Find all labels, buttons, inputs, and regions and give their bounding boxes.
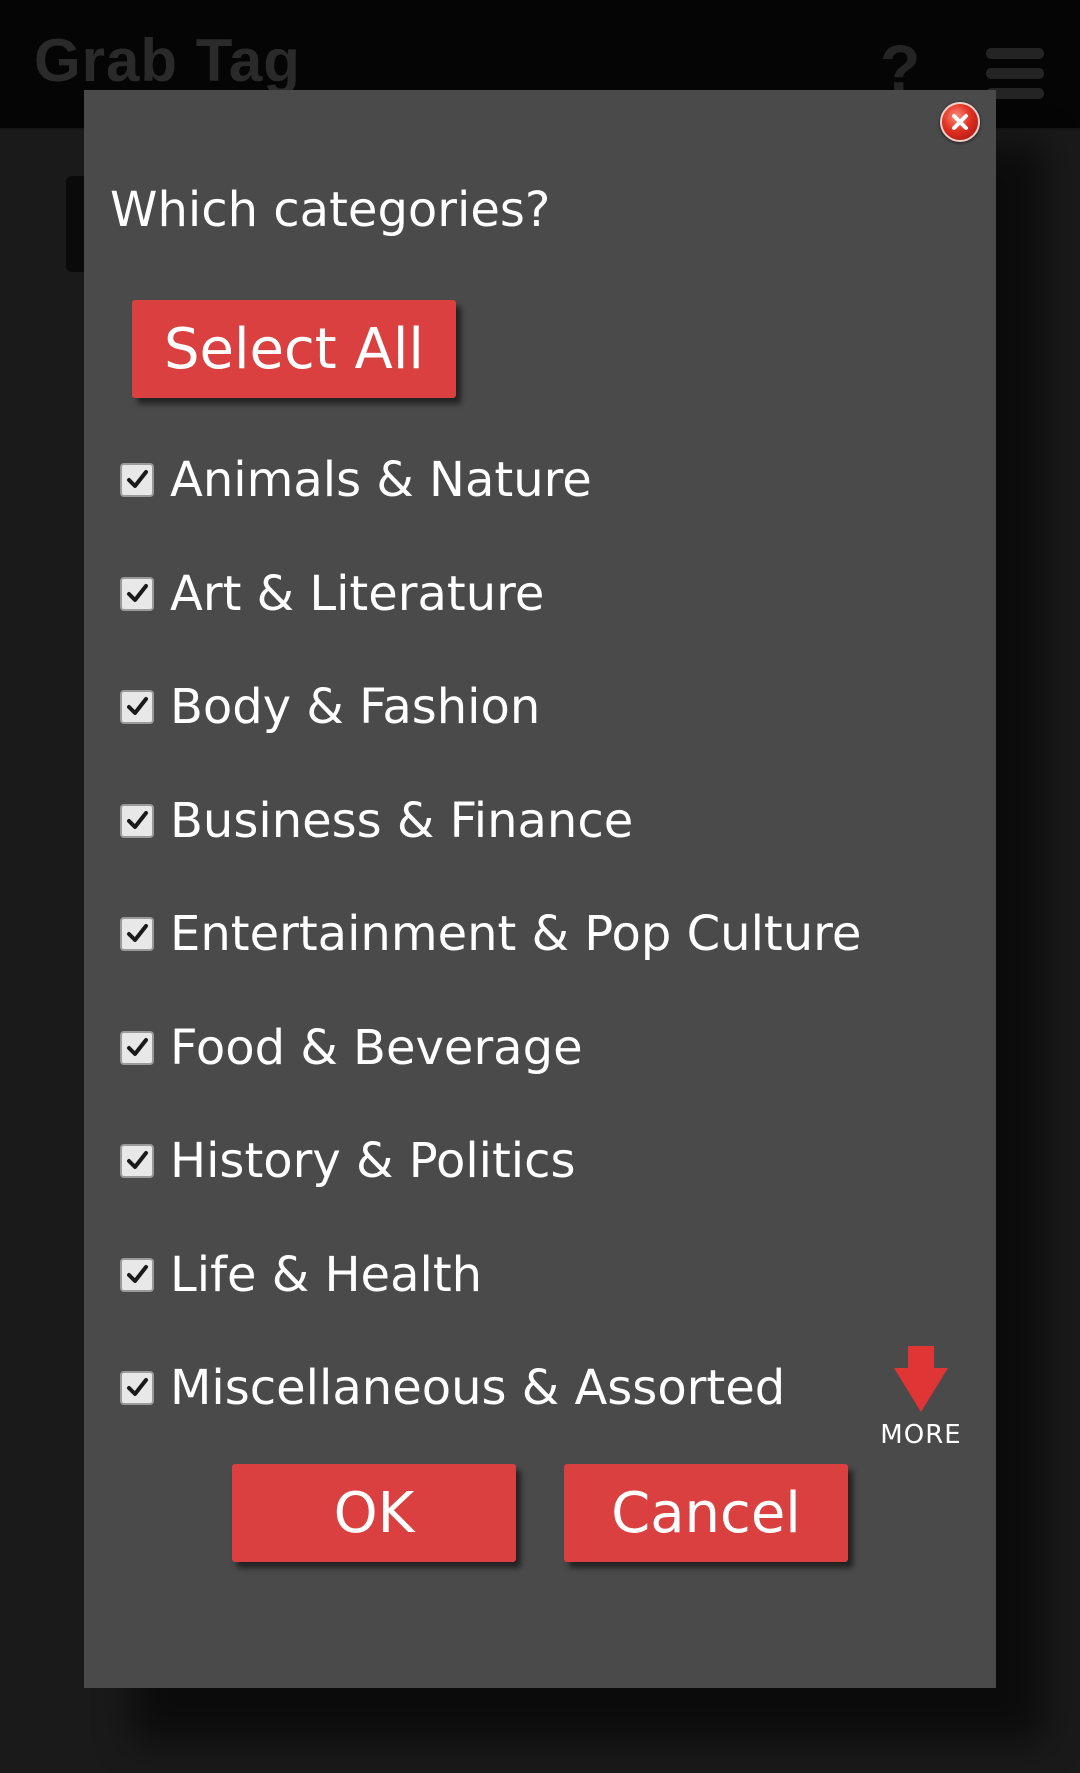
categories-dialog: Which categories? Select All Animals & N… (84, 90, 996, 1688)
category-item[interactable]: Life & Health (120, 1245, 840, 1305)
checkbox-checked-icon[interactable] (120, 690, 154, 724)
checkbox-checked-icon[interactable] (120, 576, 154, 611)
category-item[interactable]: Food & Beverage (120, 1018, 840, 1078)
checkbox-checked-icon[interactable] (120, 463, 154, 497)
more-label: MORE (880, 1420, 962, 1450)
category-item[interactable]: History & Politics (120, 1131, 840, 1191)
category-item[interactable]: Animals & Nature (120, 450, 840, 510)
category-label: Animals & Nature (170, 452, 592, 508)
category-label: History & Politics (170, 1133, 576, 1189)
category-label: Entertainment & Pop Culture (170, 906, 862, 962)
checkbox-checked-icon[interactable] (120, 917, 154, 951)
app-title: Grab Tag (34, 27, 301, 94)
more-indicator[interactable]: MORE (876, 1346, 966, 1450)
cancel-button[interactable]: Cancel (564, 1464, 848, 1562)
category-label: Art & Literature (170, 565, 545, 622)
category-item[interactable]: Miscellaneous & Assorted (120, 1358, 840, 1418)
category-label: Body & Fashion (170, 679, 541, 735)
category-label: Food & Beverage (170, 1019, 583, 1076)
checkbox-checked-icon[interactable] (120, 1030, 154, 1065)
category-item[interactable]: Entertainment & Pop Culture (120, 904, 861, 964)
checkbox-checked-icon[interactable] (120, 1257, 154, 1292)
ok-button[interactable]: OK (232, 1464, 516, 1562)
category-item[interactable]: Art & Literature (120, 564, 840, 624)
dialog-title: Which categories? (110, 182, 551, 238)
category-label: Business & Finance (170, 792, 634, 849)
close-icon[interactable] (940, 102, 980, 142)
category-label: Life & Health (170, 1246, 483, 1303)
select-all-button[interactable]: Select All (132, 300, 456, 398)
category-item[interactable]: Body & Fashion (120, 677, 840, 737)
checkbox-checked-icon[interactable] (120, 803, 154, 838)
category-item[interactable]: Business & Finance (120, 791, 840, 851)
checkbox-checked-icon[interactable] (120, 1371, 154, 1405)
checkbox-checked-icon[interactable] (120, 1144, 154, 1178)
category-label: Miscellaneous & Assorted (170, 1360, 786, 1416)
arrow-down-icon (894, 1346, 948, 1412)
